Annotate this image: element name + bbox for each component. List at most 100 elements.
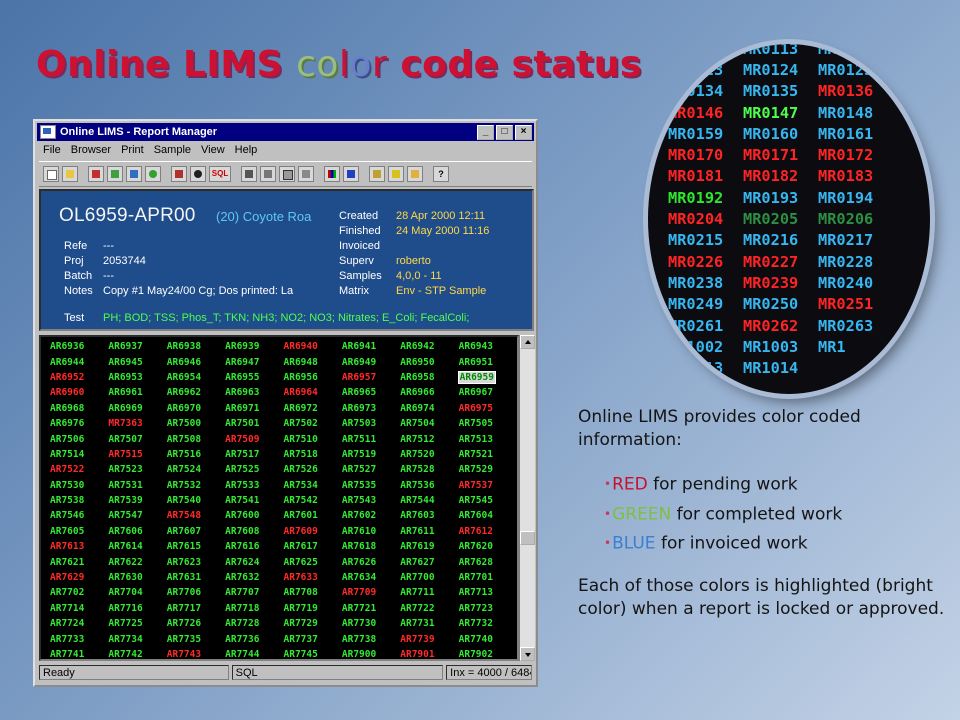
grid-cell[interactable]: AR7743 xyxy=(167,649,225,660)
report-cell[interactable]: AR7502 xyxy=(284,418,318,429)
grid-cell[interactable]: AR7719 xyxy=(284,603,342,614)
report-cell[interactable]: AR6950 xyxy=(400,357,434,368)
grid-cell[interactable]: AR7730 xyxy=(342,618,400,629)
report-cell[interactable]: AR7744 xyxy=(225,649,259,660)
report-cell[interactable]: AR6944 xyxy=(50,357,84,368)
grid-cell[interactable]: AR6974 xyxy=(400,403,458,414)
report-cell[interactable]: AR7604 xyxy=(459,510,493,521)
report-cell[interactable]: AR6937 xyxy=(108,341,142,352)
report-cell[interactable]: AR7540 xyxy=(167,495,201,506)
grid-cell[interactable]: AR6973 xyxy=(342,403,400,414)
grid-cell[interactable]: AR6951 xyxy=(459,357,517,368)
report-cell[interactable]: AR7700 xyxy=(400,572,434,583)
grid-cell[interactable]: AR7621 xyxy=(50,557,108,568)
report-cell[interactable]: AR7626 xyxy=(342,557,376,568)
sql-icon[interactable]: SQL xyxy=(209,166,231,182)
grid-cell[interactable]: AR7733 xyxy=(50,634,108,645)
report-cell[interactable]: AR7716 xyxy=(108,603,142,614)
report-cell[interactable]: AR6960 xyxy=(50,387,84,398)
grid-cell[interactable]: AR7634 xyxy=(342,572,400,583)
report-cell[interactable]: AR7518 xyxy=(284,449,318,460)
report-cell[interactable]: AR6940 xyxy=(284,341,318,352)
report-cell[interactable]: AR7503 xyxy=(342,418,376,429)
report-cell[interactable]: AR6976 xyxy=(50,418,84,429)
report-cell[interactable]: AR7510 xyxy=(284,434,318,445)
grid-cell[interactable]: AR7532 xyxy=(167,480,225,491)
grid-cell[interactable]: AR6954 xyxy=(167,372,225,383)
grid-cell[interactable]: AR6946 xyxy=(167,357,225,368)
grid-cell[interactable]: AR7628 xyxy=(459,557,517,568)
report-cell[interactable]: AR6970 xyxy=(167,403,201,414)
grid-cell[interactable]: AR7510 xyxy=(284,434,342,445)
report-cell[interactable]: AR7708 xyxy=(284,587,318,598)
grid-cell[interactable]: AR6964 xyxy=(284,387,342,398)
report-cell[interactable]: AR7719 xyxy=(284,603,318,614)
report-cell[interactable]: AR6947 xyxy=(225,357,259,368)
report-cell[interactable]: AR7522 xyxy=(50,464,84,475)
report-cell[interactable]: AR7633 xyxy=(284,572,318,583)
report-cell[interactable]: AR7625 xyxy=(284,557,318,568)
report-cell[interactable]: AR7739 xyxy=(400,634,434,645)
menu-browser[interactable]: Browser xyxy=(67,143,115,159)
grid-cell[interactable]: AR6972 xyxy=(284,403,342,414)
report-cell[interactable]: AR7737 xyxy=(284,634,318,645)
report-cell[interactable]: AR6975 xyxy=(459,403,493,414)
report-cell[interactable]: AR7714 xyxy=(50,603,84,614)
grid-cell[interactable]: AR6948 xyxy=(284,357,342,368)
report-icon[interactable] xyxy=(369,166,385,182)
report-cell[interactable]: AR7740 xyxy=(459,634,493,645)
grid-cell[interactable]: AR7711 xyxy=(400,587,458,598)
report-cell[interactable]: AR6949 xyxy=(342,357,376,368)
report-cell[interactable]: AR7632 xyxy=(225,572,259,583)
report-cell[interactable]: AR7730 xyxy=(342,618,376,629)
grid-cell[interactable]: AR7729 xyxy=(284,618,342,629)
grid-cell[interactable]: AR7725 xyxy=(108,618,166,629)
report-cell[interactable]: AR7530 xyxy=(50,480,84,491)
report-cell[interactable]: AR7616 xyxy=(225,541,259,552)
scroll-down-arrow-icon[interactable] xyxy=(520,647,535,661)
grid-cell[interactable]: AR7547 xyxy=(108,510,166,521)
report-cell[interactable]: AR7612 xyxy=(459,526,493,537)
close-button[interactable]: × xyxy=(515,124,532,140)
grid-cell[interactable]: AR7619 xyxy=(400,541,458,552)
grid-cell[interactable]: AR7546 xyxy=(50,510,108,521)
report-cell[interactable]: AR7536 xyxy=(400,480,434,491)
paste-icon[interactable] xyxy=(126,166,142,182)
grid-cell[interactable]: AR6944 xyxy=(50,357,108,368)
report-cell[interactable]: AR7725 xyxy=(108,618,142,629)
grid-cell[interactable]: AR7517 xyxy=(225,449,283,460)
report-cell[interactable]: AR7735 xyxy=(167,634,201,645)
grid-cell[interactable]: AR7721 xyxy=(342,603,400,614)
report-cell[interactable]: AR7516 xyxy=(167,449,201,460)
help-icon[interactable]: ? xyxy=(433,166,449,182)
report-cell[interactable]: AR6965 xyxy=(342,387,376,398)
report-cell[interactable]: AR7702 xyxy=(50,587,84,598)
grid-cell[interactable]: AR6943 xyxy=(459,341,517,352)
report-cell[interactable]: AR7629 xyxy=(50,572,84,583)
report-cell[interactable]: AR6959 xyxy=(457,370,496,384)
grid-cell[interactable]: AR7545 xyxy=(459,495,517,506)
grid-cell[interactable]: AR7700 xyxy=(400,572,458,583)
grid-cell[interactable]: AR7632 xyxy=(225,572,283,583)
grid-cell[interactable]: AR7717 xyxy=(167,603,225,614)
grid-cell[interactable]: AR7531 xyxy=(108,480,166,491)
grid-cell[interactable]: AR7534 xyxy=(284,480,342,491)
report-cell[interactable]: AR7901 xyxy=(400,649,434,660)
report-cell[interactable]: AR6941 xyxy=(342,341,376,352)
grid-cell[interactable]: AR7518 xyxy=(284,449,342,460)
report-cell[interactable]: AR7548 xyxy=(167,510,201,521)
grid-cell[interactable]: AR7615 xyxy=(167,541,225,552)
grid-cell[interactable]: AR7512 xyxy=(400,434,458,445)
report-cell[interactable]: AR7620 xyxy=(459,541,493,552)
window-titlebar[interactable]: Online LIMS - Report Manager _ □ × xyxy=(37,123,534,141)
grid-cell[interactable]: AR6940 xyxy=(284,341,342,352)
grid-cell[interactable]: AR6975 xyxy=(459,403,517,414)
report-cell[interactable]: AR7532 xyxy=(167,480,201,491)
grid-cell[interactable]: AR7601 xyxy=(284,510,342,521)
grid-cell[interactable]: AR7622 xyxy=(108,557,166,568)
report-cell[interactable]: AR7512 xyxy=(400,434,434,445)
grid-cell[interactable]: AR7627 xyxy=(400,557,458,568)
report-cell[interactable]: AR7718 xyxy=(225,603,259,614)
report-cell[interactable]: AR7519 xyxy=(342,449,376,460)
report-cell[interactable]: AR7524 xyxy=(167,464,201,475)
